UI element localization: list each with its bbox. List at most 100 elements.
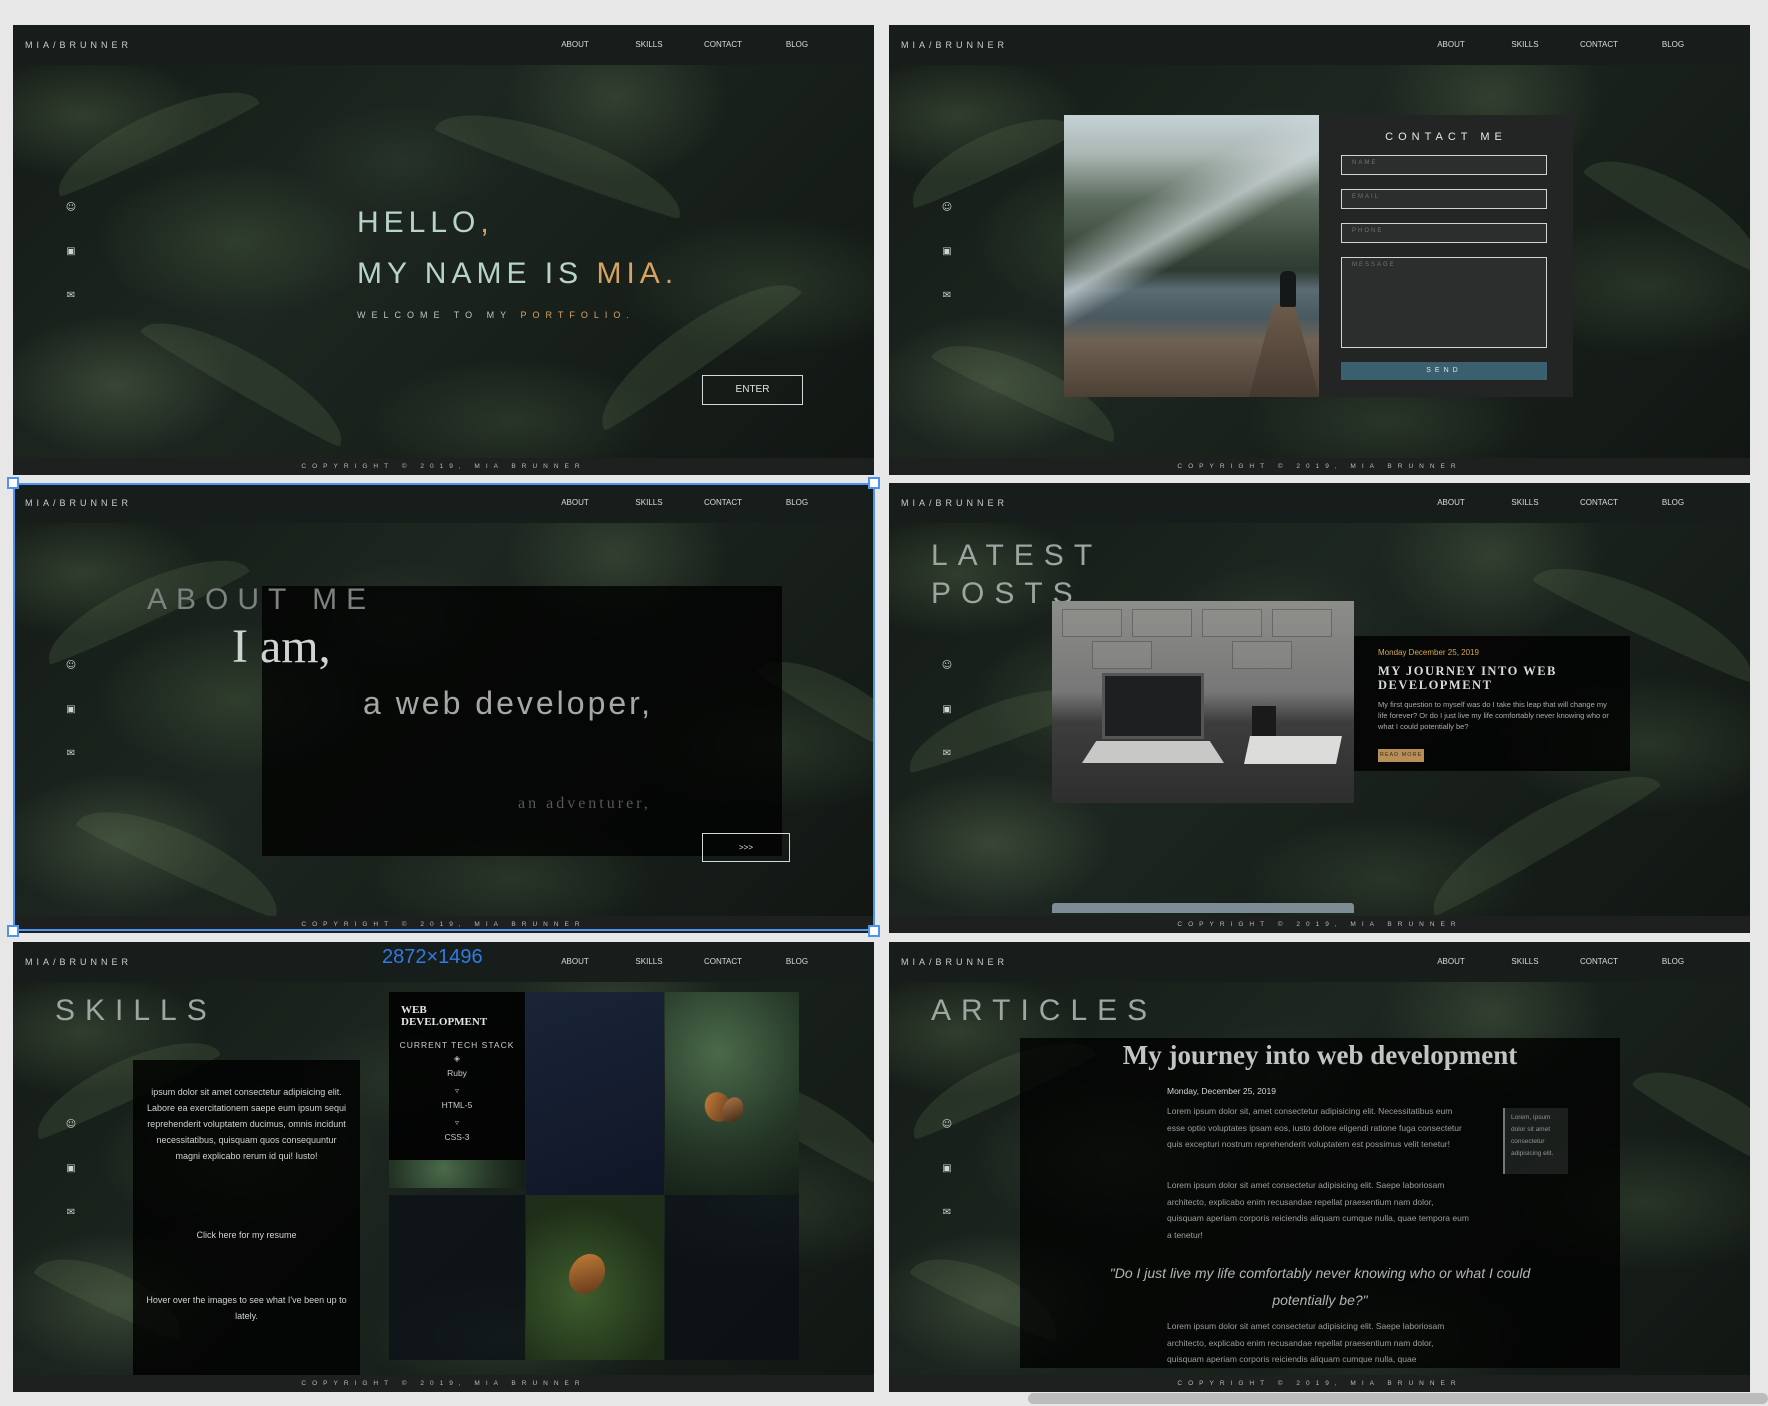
post-title[interactable]: MY JOURNEY INTO WEB DEVELOPMENT bbox=[1378, 664, 1608, 692]
linkedin-icon[interactable]: ▣ bbox=[941, 705, 953, 715]
nav-blog[interactable]: BLOG bbox=[1636, 957, 1710, 966]
person-silhouette bbox=[1280, 271, 1296, 307]
skills-image-tile[interactable] bbox=[526, 1195, 664, 1360]
frame-contact[interactable]: MIA/BRUNNER ABOUT SKILLS CONTACT BLOG ☺ … bbox=[889, 25, 1750, 475]
site-logo[interactable]: MIA/BRUNNER bbox=[901, 40, 1008, 50]
linkedin-icon[interactable]: ▣ bbox=[65, 705, 77, 715]
phone-field[interactable]: PHONE bbox=[1341, 223, 1547, 243]
nav-skills[interactable]: SKILLS bbox=[1488, 498, 1562, 507]
mail-icon[interactable]: ✉ bbox=[941, 291, 953, 301]
skills-image-tile[interactable] bbox=[389, 1195, 525, 1360]
github-icon[interactable]: ☺ bbox=[65, 1120, 77, 1130]
site-logo[interactable]: MIA/BRUNNER bbox=[25, 498, 132, 508]
resize-handle-top-right[interactable] bbox=[868, 477, 880, 489]
article-date: Monday, December 25, 2019 bbox=[1167, 1086, 1276, 1096]
nav-about[interactable]: ABOUT bbox=[1414, 957, 1488, 966]
nav-skills[interactable]: SKILLS bbox=[1488, 957, 1562, 966]
nav-blog[interactable]: BLOG bbox=[1636, 40, 1710, 49]
github-icon[interactable]: ☺ bbox=[941, 1120, 953, 1130]
footer-copyright: COPYRIGHT © 2019, MIA BRUNNER bbox=[889, 1375, 1750, 1392]
nav-about[interactable]: ABOUT bbox=[538, 40, 612, 49]
post-card[interactable]: Monday December 25, 2019 MY JOURNEY INTO… bbox=[1354, 636, 1630, 771]
frame-skills[interactable]: MIA/BRUNNER ABOUT SKILLS CONTACT BLOG ☺ … bbox=[13, 942, 874, 1392]
enter-button[interactable]: ENTER bbox=[702, 375, 803, 405]
horizontal-scrollbar[interactable] bbox=[1028, 1393, 1768, 1404]
mail-icon[interactable]: ✉ bbox=[65, 1208, 77, 1218]
social-links: ☺ ▣ ✉ bbox=[65, 1120, 79, 1252]
linkedin-icon[interactable]: ▣ bbox=[65, 1164, 77, 1174]
resume-link[interactable]: Click here for my resume bbox=[133, 1230, 360, 1240]
nav-blog[interactable]: BLOG bbox=[760, 957, 834, 966]
site-logo[interactable]: MIA/BRUNNER bbox=[25, 957, 132, 967]
main-nav: ABOUT SKILLS CONTACT BLOG bbox=[1414, 957, 1710, 966]
tech-stack-tile[interactable]: WEB DEVELOPMENT CURRENT TECH STACK ◈ Ruby… bbox=[389, 992, 525, 1160]
resize-handle-bottom-left[interactable] bbox=[7, 925, 19, 937]
footer-copyright: COPYRIGHT © 2019, MIA BRUNNER bbox=[889, 458, 1750, 475]
frame-latest-posts[interactable]: MIA/BRUNNER ABOUT SKILLS CONTACT BLOG ☺ … bbox=[889, 483, 1750, 933]
read-more-button[interactable]: READ MORE bbox=[1378, 749, 1424, 762]
social-links: ☺ ▣ ✉ bbox=[65, 203, 79, 335]
mail-icon[interactable]: ✉ bbox=[941, 749, 953, 759]
nav-about[interactable]: ABOUT bbox=[1414, 498, 1488, 507]
message-field[interactable]: MESSAGE bbox=[1341, 257, 1547, 348]
nav-about[interactable]: ABOUT bbox=[538, 498, 612, 507]
email-field[interactable]: EMAIL bbox=[1341, 189, 1547, 209]
main-nav: ABOUT SKILLS CONTACT BLOG bbox=[538, 498, 834, 507]
mountain-lake-photo bbox=[1064, 115, 1319, 397]
nav-contact[interactable]: CONTACT bbox=[686, 40, 760, 49]
nav-skills[interactable]: SKILLS bbox=[612, 498, 686, 507]
nav-about[interactable]: ABOUT bbox=[538, 957, 612, 966]
nav-blog[interactable]: BLOG bbox=[760, 498, 834, 507]
about-title: ABOUT ME bbox=[147, 583, 376, 616]
skills-image-tile[interactable] bbox=[526, 992, 664, 1195]
mail-icon[interactable]: ✉ bbox=[941, 1208, 953, 1218]
post-date: Monday December 25, 2019 bbox=[1378, 648, 1479, 657]
nav-contact[interactable]: CONTACT bbox=[686, 498, 760, 507]
nav-blog[interactable]: BLOG bbox=[1636, 498, 1710, 507]
palm-leaf bbox=[1581, 137, 1750, 277]
brick bbox=[1272, 609, 1332, 637]
nav-skills[interactable]: SKILLS bbox=[612, 957, 686, 966]
github-icon[interactable]: ☺ bbox=[941, 661, 953, 671]
github-icon[interactable]: ☺ bbox=[941, 203, 953, 213]
send-button[interactable]: SEND bbox=[1341, 362, 1547, 380]
nav-contact[interactable]: CONTACT bbox=[1562, 40, 1636, 49]
site-logo[interactable]: MIA/BRUNNER bbox=[901, 957, 1008, 967]
nav-about[interactable]: ABOUT bbox=[1414, 40, 1488, 49]
palm-leaf bbox=[138, 300, 358, 450]
mail-icon[interactable]: ✉ bbox=[65, 291, 77, 301]
post-excerpt: My first question to myself was do I tak… bbox=[1378, 700, 1609, 731]
frame-hero[interactable]: MIA/BRUNNER ABOUT SKILLS CONTACT BLOG ☺ … bbox=[13, 25, 874, 475]
frame-articles[interactable]: MIA/BRUNNER ABOUT SKILLS CONTACT BLOG ☺ … bbox=[889, 942, 1750, 1392]
linkedin-icon[interactable]: ▣ bbox=[65, 247, 77, 257]
site-logo[interactable]: MIA/BRUNNER bbox=[25, 40, 132, 50]
brick bbox=[1132, 609, 1192, 637]
skills-intro-text: ipsum dolor sit amet consectetur adipisi… bbox=[146, 1087, 347, 1161]
skills-image-tile[interactable] bbox=[665, 992, 799, 1195]
css3-icon: ▿ bbox=[454, 1118, 459, 1127]
top-nav-bar: MIA/BRUNNER ABOUT SKILLS CONTACT BLOG bbox=[889, 942, 1750, 982]
next-button[interactable]: >>> bbox=[702, 833, 790, 862]
github-icon[interactable]: ☺ bbox=[65, 661, 77, 671]
skills-image-tile[interactable] bbox=[665, 1195, 799, 1360]
skills-image-tile[interactable] bbox=[389, 1160, 525, 1188]
nav-contact[interactable]: CONTACT bbox=[1562, 498, 1636, 507]
stack-item-ruby: Ruby bbox=[447, 1068, 467, 1078]
frame-about[interactable]: MIA/BRUNNER ABOUT SKILLS CONTACT BLOG ☺ … bbox=[13, 483, 874, 933]
github-icon[interactable]: ☺ bbox=[65, 203, 77, 213]
site-logo[interactable]: MIA/BRUNNER bbox=[901, 498, 1008, 508]
nav-skills[interactable]: SKILLS bbox=[612, 40, 686, 49]
palm-leaf bbox=[44, 70, 262, 200]
linkedin-icon[interactable]: ▣ bbox=[941, 1164, 953, 1174]
nav-blog[interactable]: BLOG bbox=[760, 40, 834, 49]
linkedin-icon[interactable]: ▣ bbox=[941, 247, 953, 257]
nav-contact[interactable]: CONTACT bbox=[686, 957, 760, 966]
name-field[interactable]: NAME bbox=[1341, 155, 1547, 175]
footer-copyright: COPYRIGHT © 2019, MIA BRUNNER bbox=[13, 1375, 874, 1392]
mail-icon[interactable]: ✉ bbox=[65, 749, 77, 759]
resize-handle-top-left[interactable] bbox=[7, 477, 19, 489]
resize-handle-bottom-right[interactable] bbox=[868, 925, 880, 937]
nav-contact[interactable]: CONTACT bbox=[1562, 957, 1636, 966]
nav-skills[interactable]: SKILLS bbox=[1488, 40, 1562, 49]
stack-subtitle: CURRENT TECH STACK bbox=[399, 1040, 515, 1050]
